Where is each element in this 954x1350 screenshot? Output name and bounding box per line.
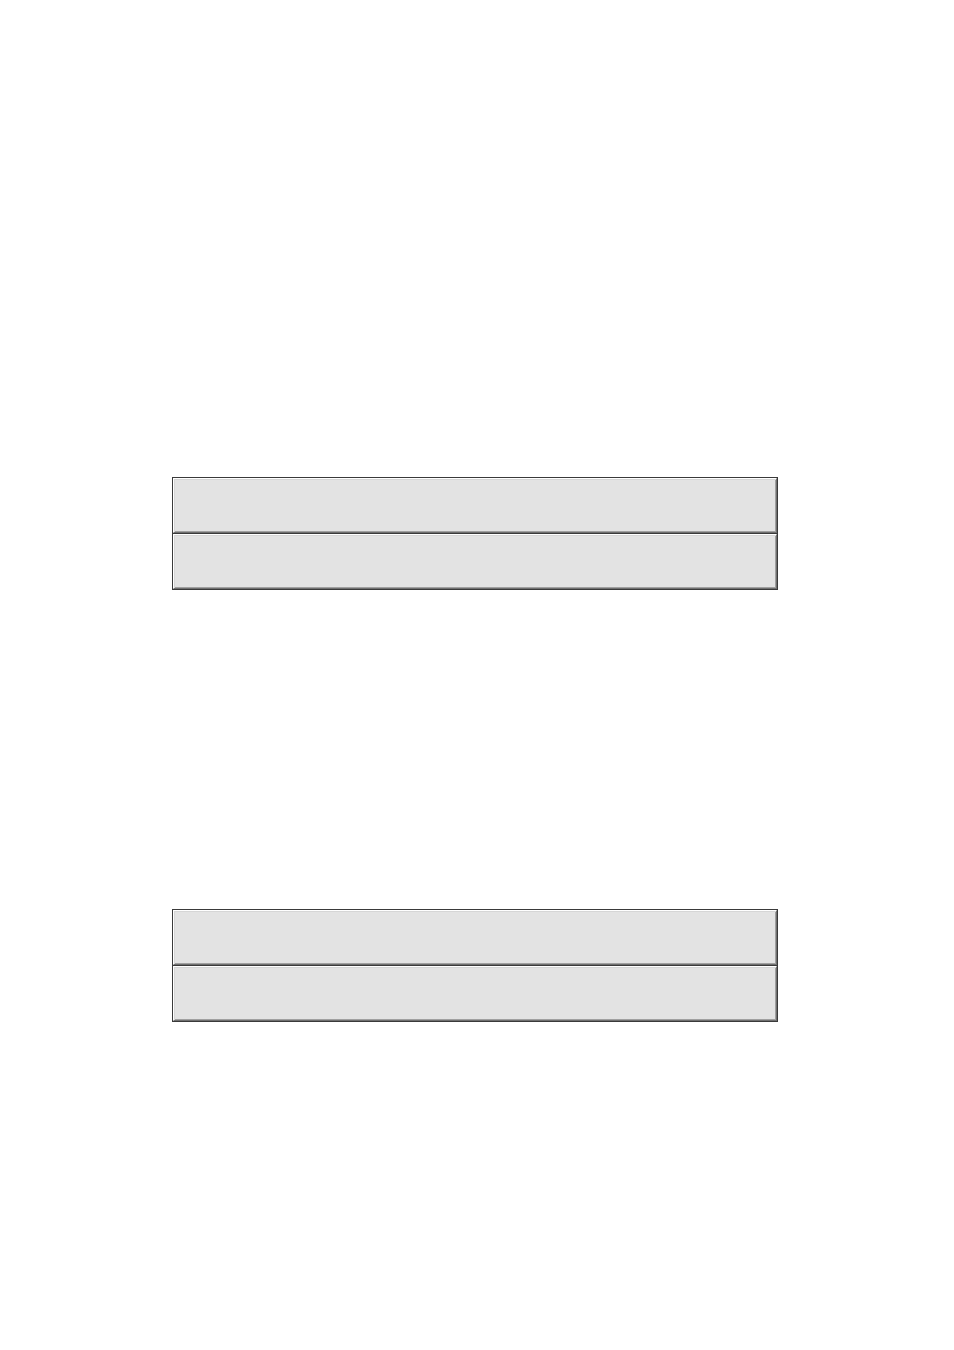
panel-2 (173, 534, 777, 589)
panel-1 (173, 478, 777, 533)
panel-4 (173, 966, 777, 1021)
panel-3 (173, 910, 777, 965)
